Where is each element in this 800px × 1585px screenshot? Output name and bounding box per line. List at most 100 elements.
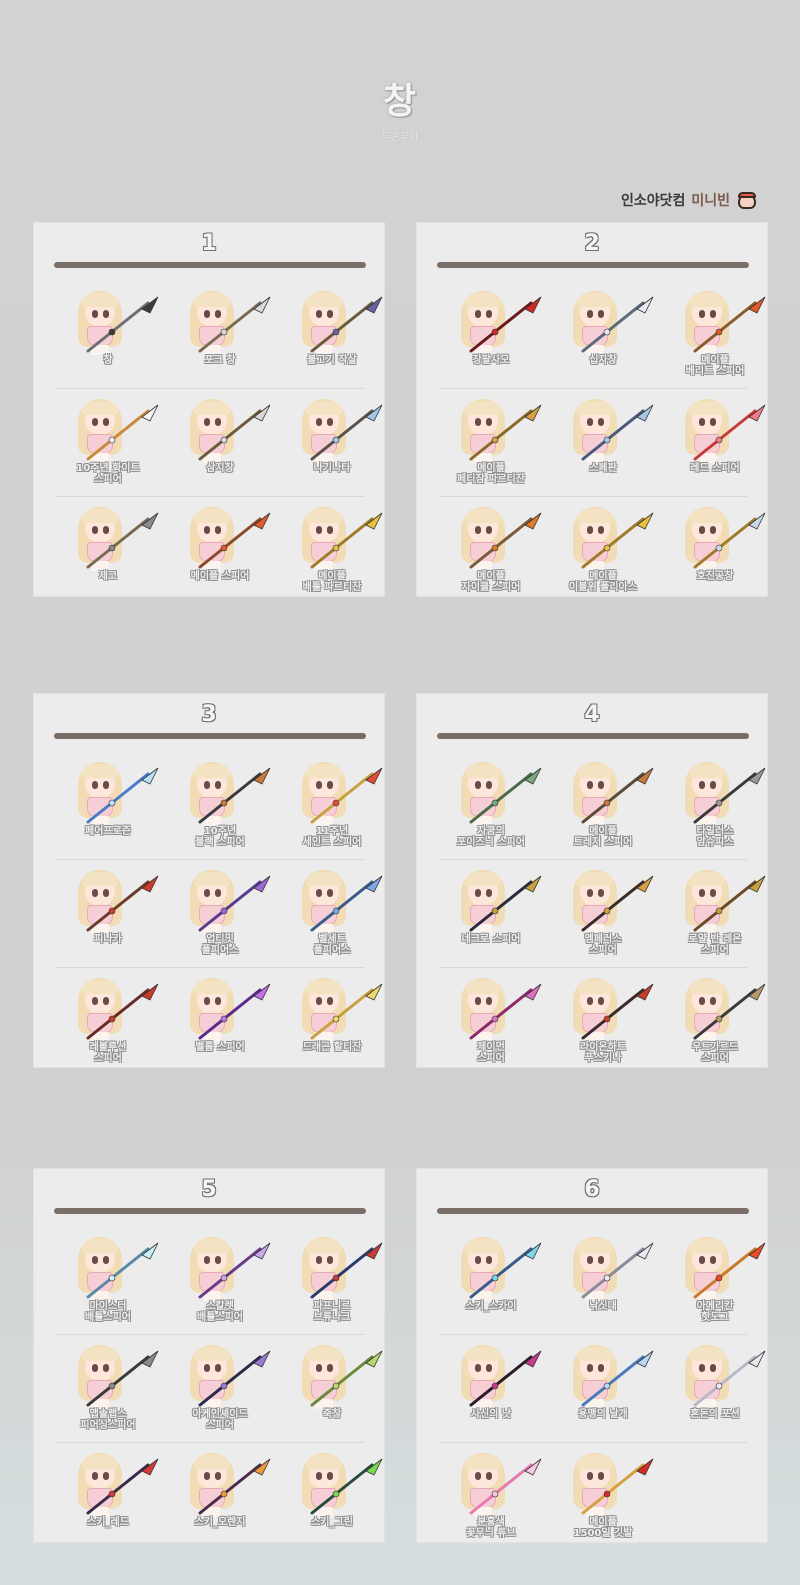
weapon-name: 제코	[98, 571, 118, 582]
weapon-name: 스페판	[589, 463, 617, 474]
weapon-icon	[581, 1350, 654, 1407]
panel-6: 6 스키_스카이 낚싯대 아메리칸 핫도그 사신의 낫 용맹의 날개 혼돈의 포션 분홍색 꽃…	[416, 1168, 768, 1543]
weapon-item: 죽창	[276, 1341, 388, 1446]
weapon-icon	[581, 512, 654, 569]
weapon-item: 나기나타	[276, 395, 388, 500]
panel-number: 5	[201, 1177, 217, 1202]
weapon-name: 십자창	[589, 355, 617, 366]
weapon-item: 삼지창	[164, 395, 276, 500]
weapon-name: 메이플 스피어	[190, 571, 250, 582]
weapon-name: 스키_레드	[87, 1517, 129, 1528]
weapon-name: 혼돈의 포션	[690, 1409, 740, 1420]
weapon-icon	[198, 983, 271, 1040]
weapon-item: 창	[52, 287, 164, 392]
weapon-name: 파프니르 브류나크	[313, 1301, 351, 1323]
weapon-name: 제이먼 스피어	[477, 1042, 505, 1064]
weapon-name: 스키_스카이	[465, 1301, 517, 1312]
weapon-name: 엠페러스 스피어	[584, 934, 622, 956]
weapon-item: 메이플 자이클 스피어	[435, 503, 547, 608]
panel-5: 5 마이스터 배틀스피어 스칼렛 배틀스피어 파프니르 브류나크앱솔랩스 피어싱스피어…	[33, 1168, 385, 1543]
weapon-icon	[693, 1350, 766, 1407]
weapon-name: 로얄 반 레온 스피어	[688, 934, 742, 956]
weapon-item: 분홍색 꽃무늬 튜브	[435, 1449, 547, 1554]
weapon-icon	[693, 404, 766, 461]
weapon-icon	[86, 404, 159, 461]
panel-2: 2 장팔사모 십자창 메이플 베리트 스피어 메이플 페티잠 파르티잔 스페판 레드 스피어…	[416, 222, 768, 597]
weapon-icon	[198, 1350, 271, 1407]
weapon-name: 아케인셰이드 스피어	[192, 1409, 248, 1431]
weapon-name: 자쿰의 포이즈닉 스피어	[457, 826, 525, 848]
weapon-icon	[86, 1458, 159, 1515]
credit: 인소야닷컴 미니빈	[621, 190, 758, 210]
weapon-name: 용맹의 날개	[578, 1409, 628, 1420]
weapon-icon	[581, 296, 654, 353]
panel-3: 3 페어프로즌 10주년 블랙 스피어 11주년 세인트 스피어 피나카 업티밋 폴피어스…	[33, 693, 385, 1068]
weapon-item: 메이플 스피어	[164, 503, 276, 608]
panel-divider-bar	[54, 262, 366, 268]
weapon-name: 아메리칸 핫도그	[696, 1301, 734, 1323]
weapon-item: 스키_그린	[276, 1449, 388, 1554]
weapon-icon	[310, 875, 383, 932]
mascot-icon	[736, 190, 758, 210]
weapon-item: 레볼루션 스피어	[52, 974, 164, 1079]
weapon-icon	[581, 767, 654, 824]
weapon-name: 메이플 자이클 스피어	[461, 571, 521, 593]
panel-divider-bar	[54, 733, 366, 739]
weapon-icon	[469, 983, 542, 1040]
weapon-name: 우트가르드 스피어	[692, 1042, 738, 1064]
panel-number: 2	[584, 231, 600, 256]
weapon-name: 메이플 이블위 폴리아스	[569, 571, 637, 593]
weapon-item: 11주년 세인트 스피어	[276, 758, 388, 863]
panel-number: 1	[201, 231, 217, 256]
weapon-item: 라이온하트 푸스키나	[547, 974, 659, 1079]
weapon-item: 혼돈의 포션	[659, 1341, 771, 1446]
weapon-item: 제코	[52, 503, 164, 608]
weapon-item: 용맹의 날개	[547, 1341, 659, 1446]
weapon-name: 앱솔랩스 피어싱스피어	[80, 1409, 136, 1431]
weapon-item: 아케인셰이드 스피어	[164, 1341, 276, 1446]
weapon-icon	[310, 1242, 383, 1299]
weapon-item: 장팔사모	[435, 287, 547, 392]
weapon-item: 10주년 블랙 스피어	[164, 758, 276, 863]
weapon-icon	[581, 1242, 654, 1299]
weapon-item: 스페판	[547, 395, 659, 500]
weapon-icon	[198, 767, 271, 824]
weapon-item: 벨세트 폴피어스	[276, 866, 388, 971]
panel-4: 4 자쿰의 포이즈닉 스피어 메이플 트레저 스피어 타일러스 암슈피스 네크로 스피어…	[416, 693, 768, 1068]
weapon-name: 메이플 트레저 스피어	[573, 826, 633, 848]
weapon-icon	[581, 404, 654, 461]
weapon-name: 분홍색 꽃무늬 튜브	[466, 1517, 516, 1539]
weapon-name: 장팔사모	[472, 355, 510, 366]
weapon-item: 앱솔랩스 피어싱스피어	[52, 1341, 164, 1446]
weapon-name: 스키_그린	[311, 1517, 353, 1528]
weapon-name: 업티밋 폴피어스	[201, 934, 239, 956]
weapon-item: 메이플 베리트 스피어	[659, 287, 771, 392]
weapon-item: 파프니르 브류나크	[276, 1233, 388, 1338]
weapon-icon	[469, 1458, 542, 1515]
weapon-icon	[310, 296, 383, 353]
weapon-name: 스칼렛 배틀스피어	[197, 1301, 243, 1323]
weapon-name: 네크로 스피어	[461, 934, 521, 945]
weapon-icon	[469, 875, 542, 932]
weapon-name: 피나카	[94, 934, 122, 945]
weapon-item: 불고기 작살	[276, 287, 388, 392]
weapon-name: 삼지창	[206, 463, 234, 474]
weapon-item: 마이스터 배틀스피어	[52, 1233, 164, 1338]
weapon-item: 드래곤 할티잔	[276, 974, 388, 1079]
panel-divider-bar	[437, 733, 749, 739]
weapon-icon	[581, 1458, 654, 1515]
weapon-name: 11주년 세인트 스피어	[302, 826, 362, 848]
weapon-item: 포크 창	[164, 287, 276, 392]
weapon-name: 나기나타	[313, 463, 351, 474]
weapon-item: 로얄 반 레온 스피어	[659, 866, 771, 971]
weapon-item: 타일러스 암슈피스	[659, 758, 771, 863]
weapon-item: 메이플 1500일 깃발	[547, 1449, 659, 1554]
weapon-icon	[581, 875, 654, 932]
weapon-item: 스키_레드	[52, 1449, 164, 1554]
weapon-icon	[310, 1458, 383, 1515]
weapon-icon	[693, 983, 766, 1040]
weapon-icon	[693, 512, 766, 569]
weapon-icon	[693, 296, 766, 353]
credit-name: 미니빈	[691, 193, 730, 209]
weapon-item: 십자창	[547, 287, 659, 392]
